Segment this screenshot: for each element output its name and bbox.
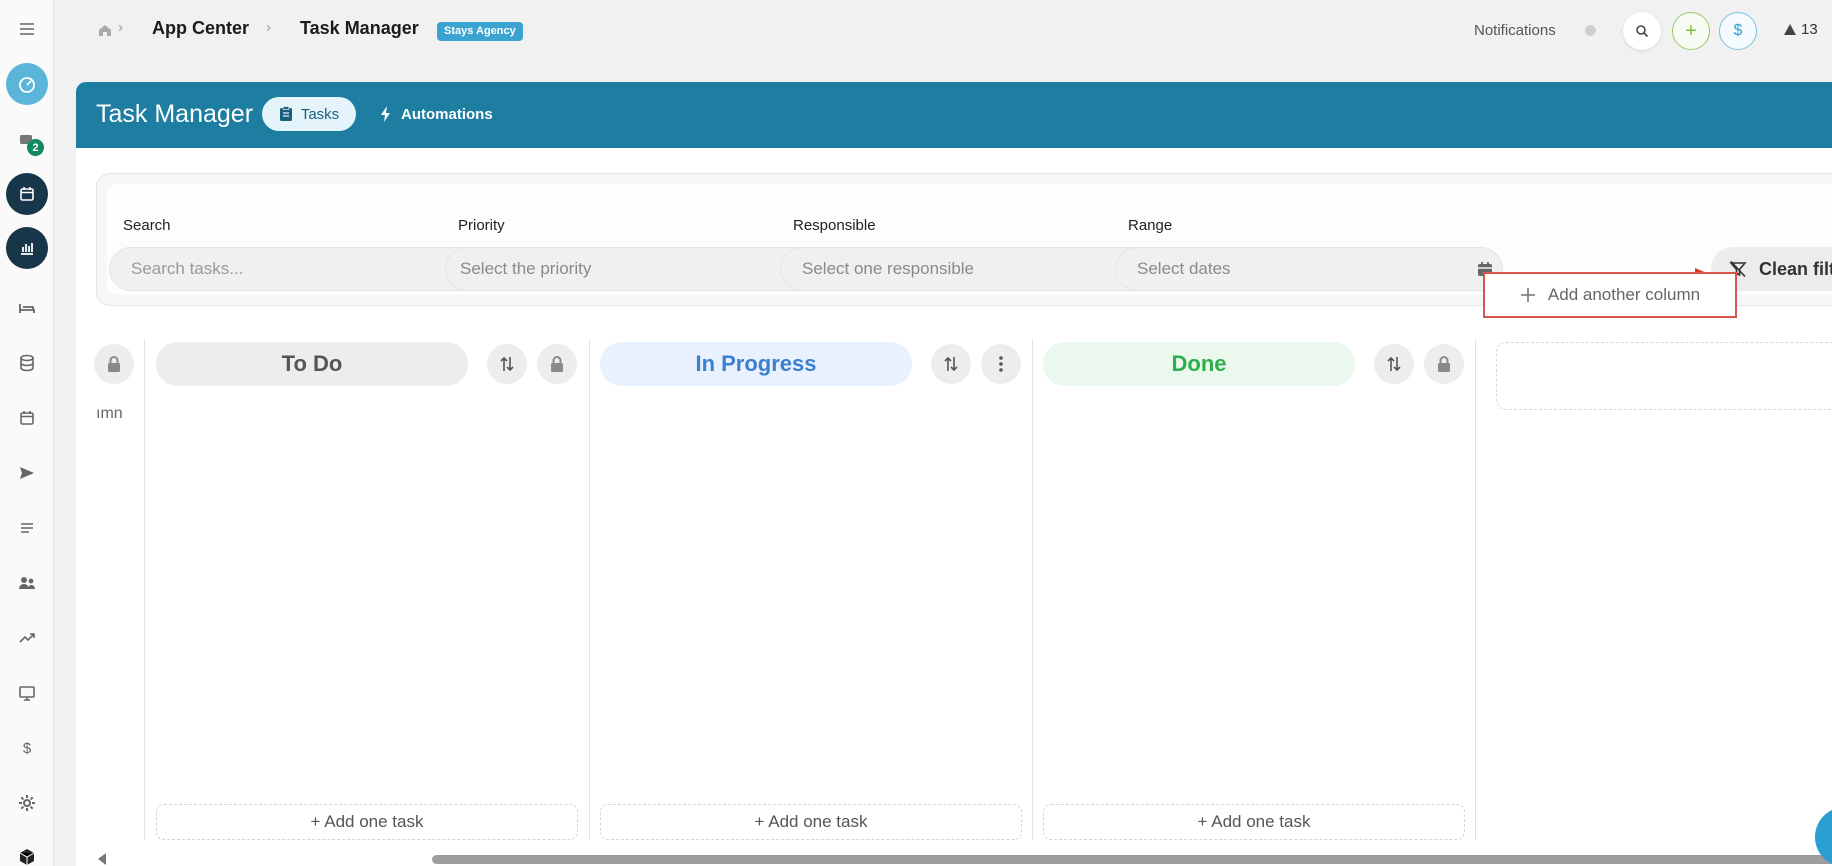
- column-header-to-do[interactable]: To Do: [156, 342, 468, 386]
- search-input[interactable]: [131, 259, 490, 279]
- breadcrumb-separator: ›: [118, 19, 123, 36]
- page-title: Task Manager: [96, 100, 254, 128]
- add-column-button[interactable]: Add another column: [1483, 272, 1737, 318]
- add-button[interactable]: +: [1672, 12, 1710, 50]
- tab-automations-label: Automations: [401, 105, 493, 123]
- send-icon[interactable]: [6, 452, 48, 494]
- priority-select[interactable]: Select the priority: [445, 247, 827, 291]
- lock-column-button[interactable]: [1424, 344, 1464, 384]
- search-button[interactable]: [1623, 12, 1661, 50]
- lock-icon: [1438, 356, 1450, 372]
- task-manager-card: Task Manager Tasks Automations Search Pr…: [76, 82, 1832, 866]
- lock-column-button[interactable]: [537, 344, 577, 384]
- breadcrumb-app-center[interactable]: App Center: [152, 18, 249, 39]
- agency-badge: Stays Agency: [437, 22, 523, 41]
- range-placeholder: Select dates: [1137, 259, 1231, 278]
- box-icon[interactable]: [6, 836, 48, 866]
- add-column-label: Add another column: [1547, 285, 1701, 304]
- column-header-done[interactable]: Done: [1043, 342, 1355, 386]
- scroll-thumb[interactable]: [432, 855, 1832, 864]
- column-divider: [144, 340, 145, 840]
- sort-button[interactable]: [931, 344, 971, 384]
- analytics-icon[interactable]: [6, 227, 48, 269]
- sidebar: 2 $: [0, 0, 54, 866]
- responsible-select[interactable]: Select one responsible: [780, 247, 1162, 291]
- menu-icon[interactable]: [6, 8, 48, 50]
- messages-icon[interactable]: 2: [6, 120, 48, 162]
- svg-text:$: $: [23, 740, 32, 757]
- search-field[interactable]: [109, 247, 491, 291]
- partial-column-label: ımn: [96, 405, 123, 422]
- add-task-button-done[interactable]: + Add one task: [1043, 804, 1465, 840]
- card-header: Task Manager Tasks Automations: [76, 82, 1832, 148]
- plus-icon: [1520, 288, 1535, 302]
- more-vertical-icon: [999, 356, 1003, 372]
- trending-icon[interactable]: [6, 617, 48, 659]
- search-icon: [1636, 25, 1649, 38]
- date-range-picker[interactable]: Select dates: [1115, 247, 1503, 291]
- top-bar: › App Center › Task Manager Stays Agency…: [54, 0, 1832, 60]
- column-header-in-progress[interactable]: In Progress: [600, 342, 912, 386]
- clean-filters-label: Clean filters: [1759, 258, 1832, 279]
- add-column-container: [1496, 342, 1832, 410]
- breadcrumb-separator: ›: [266, 19, 271, 36]
- warning-icon: [1784, 24, 1796, 35]
- home-icon[interactable]: [97, 22, 113, 38]
- alerts-indicator[interactable]: 13: [1783, 21, 1818, 38]
- dollar-icon[interactable]: $: [6, 727, 48, 769]
- sort-button[interactable]: [487, 344, 527, 384]
- priority-label: Priority: [458, 217, 505, 234]
- dashboard-icon[interactable]: [6, 63, 48, 105]
- gear-icon[interactable]: [6, 782, 48, 824]
- billing-button[interactable]: $: [1719, 12, 1757, 50]
- database-icon[interactable]: [6, 342, 48, 384]
- sort-icon: [1387, 356, 1401, 372]
- responsible-label: Responsible: [793, 217, 876, 234]
- monitor-icon[interactable]: [6, 672, 48, 714]
- search-label: Search: [123, 217, 171, 234]
- clipboard-icon: [279, 106, 292, 121]
- lock-column-button[interactable]: [94, 344, 134, 384]
- add-task-button-in-progress[interactable]: + Add one task: [600, 804, 1022, 840]
- messages-badge: 2: [27, 139, 44, 156]
- sort-icon: [944, 356, 958, 372]
- users-icon[interactable]: [6, 562, 48, 604]
- lock-icon: [108, 356, 120, 372]
- sort-icon: [500, 356, 514, 372]
- lock-icon: [551, 356, 563, 372]
- column-divider: [1032, 340, 1033, 840]
- tab-automations[interactable]: Automations: [381, 97, 493, 131]
- list-icon[interactable]: [6, 507, 48, 549]
- scroll-left-arrow-icon[interactable]: [98, 853, 106, 865]
- column-options-button[interactable]: [981, 344, 1021, 384]
- add-task-button-to-do[interactable]: + Add one task: [156, 804, 578, 840]
- range-label: Range: [1128, 217, 1173, 234]
- sort-button[interactable]: [1374, 344, 1414, 384]
- horizontal-scrollbar[interactable]: [76, 852, 1832, 866]
- tab-tasks-label: Tasks: [300, 105, 340, 123]
- notifications-status-dot: [1585, 25, 1596, 36]
- responsible-placeholder: Select one responsible: [802, 259, 975, 278]
- calendar-icon[interactable]: [6, 173, 48, 215]
- column-divider: [1475, 340, 1476, 840]
- calendar-check-icon[interactable]: [6, 397, 48, 439]
- tab-tasks[interactable]: Tasks: [262, 97, 356, 131]
- breadcrumb-task-manager[interactable]: Task Manager: [300, 18, 419, 39]
- alerts-count: 13: [1801, 21, 1818, 38]
- notifications-label[interactable]: Notifications: [1474, 22, 1556, 39]
- bed-icon[interactable]: [6, 287, 48, 329]
- column-divider: [589, 340, 590, 840]
- priority-placeholder: Select the priority: [460, 259, 592, 278]
- lightning-icon: [381, 106, 390, 122]
